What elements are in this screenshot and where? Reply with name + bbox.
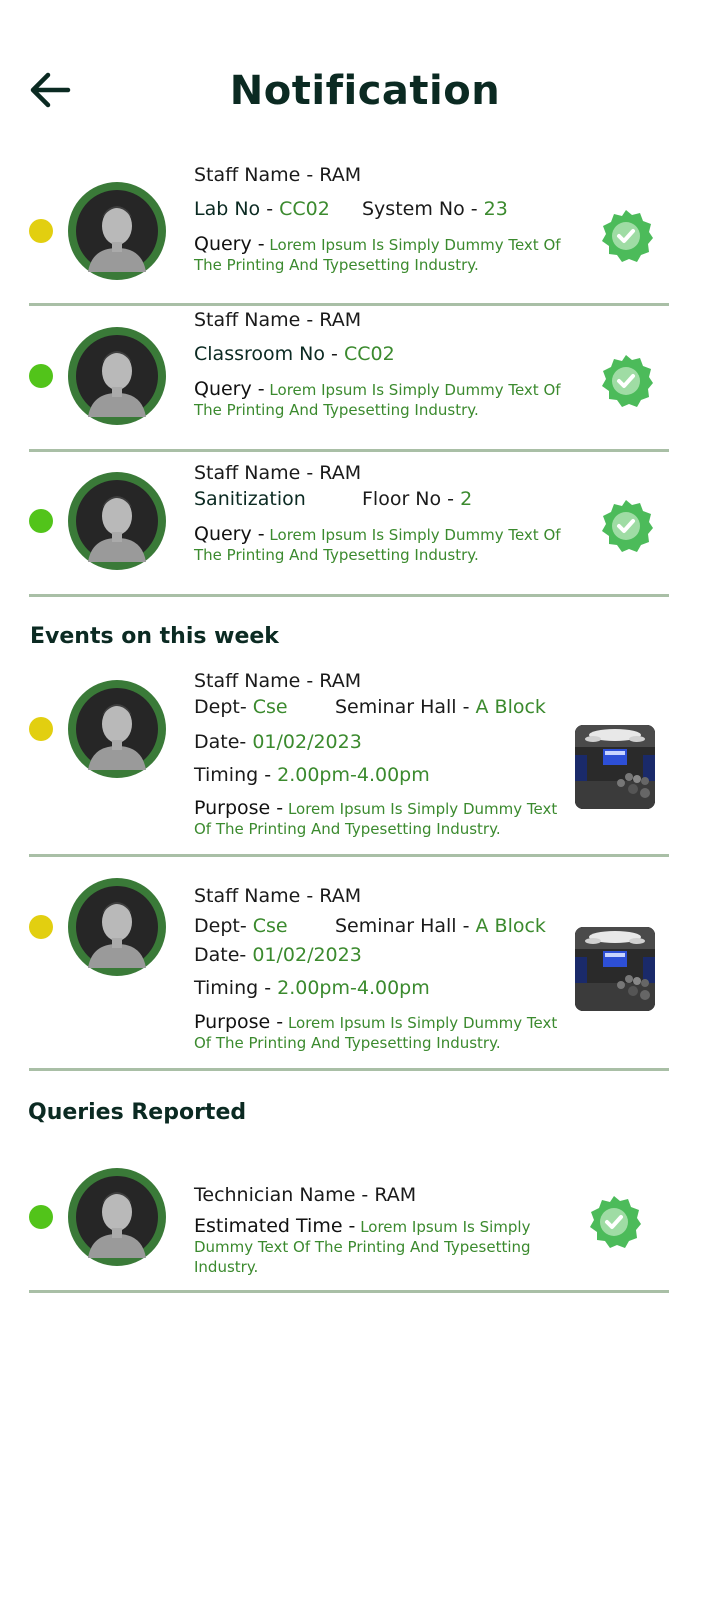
verified-badge[interactable] [598,208,654,264]
date-label: Date- [194,944,253,966]
query-text: Query - Lorem Ipsum Is Simply Dummy Text… [194,524,574,565]
avatar [68,327,166,425]
verified-badge-icon [602,355,653,407]
status-dot [29,509,53,533]
staff-name: Staff Name - RAM [194,670,362,692]
queries-section-title: Queries Reported [28,1100,247,1125]
verified-badge[interactable] [598,353,654,409]
seminar-hall-photo [575,725,655,809]
sanitization-field: Sanitization [194,488,306,510]
verified-badge-icon [602,500,653,552]
lab-sep: - [260,198,280,220]
classroom-field: Classroom No - CC02 [194,343,395,365]
verified-badge-icon [602,210,653,262]
query-label: Query - [194,378,265,400]
system-label: System No - [362,198,484,220]
date-value: 01/02/2023 [252,731,362,753]
purpose-text: Purpose - Lorem Ipsum Is Simply Dummy Te… [194,798,574,839]
timing-value: 2.00pm-4.00pm [277,764,430,786]
lab-label: Lab No [194,198,261,220]
query-text: Query - Lorem Ipsum Is Simply Dummy Text… [194,379,574,420]
hall-field: Seminar Hall - A Block [335,915,546,937]
estimated-time-text: Estimated Time - Lorem Ipsum Is Simply D… [194,1216,564,1277]
purpose-label: Purpose - [194,1011,284,1033]
classroom-value: CC02 [343,343,395,365]
system-value: 23 [483,198,508,220]
divider [29,594,669,597]
staff-name: Staff Name - RAM [194,885,362,907]
hall-value: A Block [475,696,546,718]
avatar [68,680,166,778]
notification-card[interactable]: Staff Name - RAM Lab No - CC02 System No… [0,150,720,310]
timing-field: Timing - 2.00pm-4.00pm [194,764,430,786]
avatar [68,472,166,570]
header: Notification [0,60,720,130]
status-dot [29,219,53,243]
query-text: Query - Lorem Ipsum Is Simply Dummy Text… [194,234,574,275]
lab-field: Lab No - CC02 [194,198,330,220]
date-field: Date- 01/02/2023 [194,731,362,753]
avatar [68,878,166,976]
status-dot [29,1205,53,1229]
events-section-title: Events on this week [30,624,279,649]
dept-field: Dept- Cse [194,696,288,718]
notification-screen: Notification Staff Name - RAM Lab No - C… [0,0,720,1600]
page-title: Notification [229,68,501,114]
dept-value: Cse [252,696,288,718]
verified-badge-icon [590,1196,641,1248]
dept-label: Dept- [194,915,253,937]
staff-name: Staff Name - RAM [194,462,362,484]
date-field: Date- 01/02/2023 [194,944,362,966]
staff-name: Staff Name - RAM [194,164,362,186]
query-label: Query - [194,523,265,545]
date-label: Date- [194,731,253,753]
timing-field: Timing - 2.00pm-4.00pm [194,977,430,999]
avatar [68,1168,166,1266]
verified-badge[interactable] [598,498,654,554]
lab-value: CC02 [279,198,330,220]
notification-card[interactable]: Staff Name - RAM Classroom No - CC02 Que… [0,305,720,455]
status-dot [29,915,53,939]
classroom-label: Classroom No [194,343,326,365]
query-card[interactable]: Technician Name - RAM Estimated Time - L… [0,1150,720,1300]
hall-value: A Block [475,915,546,937]
divider [29,854,669,857]
classroom-sep: - [325,343,344,365]
status-dot [29,717,53,741]
staff-name: Staff Name - RAM [194,309,362,331]
event-card[interactable]: Staff Name - RAM Dept- Cse Seminar Hall … [0,660,720,860]
dept-field: Dept- Cse [194,915,288,937]
query-label: Query - [194,233,265,255]
divider [29,1068,669,1071]
notification-card[interactable]: Staff Name - RAM Sanitization Floor No -… [0,450,720,600]
floor-label: Floor No - [362,488,461,510]
estimated-time-label: Estimated Time - [194,1215,356,1237]
event-photo[interactable] [575,927,655,1011]
verified-badge[interactable] [586,1194,642,1250]
technician-name: Technician Name - RAM [194,1184,417,1206]
system-field: System No - 23 [362,198,508,220]
hall-field: Seminar Hall - A Block [335,696,546,718]
status-dot [29,364,53,388]
purpose-label: Purpose - [194,797,284,819]
dept-label: Dept- [194,696,253,718]
date-value: 01/02/2023 [252,944,362,966]
timing-label: Timing - [194,764,278,786]
seminar-hall-photo [575,927,655,1011]
floor-field: Floor No - 2 [362,488,472,510]
event-card[interactable]: Staff Name - RAM Dept- Cse Seminar Hall … [0,878,720,1080]
event-photo[interactable] [575,725,655,809]
hall-label: Seminar Hall - [335,696,476,718]
purpose-text: Purpose - Lorem Ipsum Is Simply Dummy Te… [194,1012,574,1053]
timing-label: Timing - [194,977,278,999]
avatar [68,182,166,280]
dept-value: Cse [252,915,288,937]
divider [29,1290,669,1293]
hall-label: Seminar Hall - [335,915,476,937]
timing-value: 2.00pm-4.00pm [277,977,430,999]
floor-value: 2 [460,488,473,510]
sanitization-label: Sanitization [194,488,306,510]
